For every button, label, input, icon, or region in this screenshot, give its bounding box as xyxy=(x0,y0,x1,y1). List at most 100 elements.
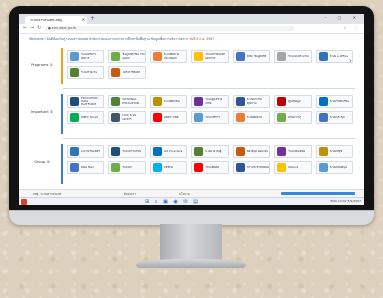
app-tile-label: OBEC ONE xyxy=(163,115,179,119)
app-tile[interactable]: ระบบลา xyxy=(108,161,146,174)
app-tile[interactable]: ระบบดูแลช่วยเหลือ xyxy=(191,95,229,108)
app-logo-icon xyxy=(194,147,204,156)
monitor-chin xyxy=(9,210,374,225)
app-tile-label: ข่าวประชาสัมพันธ์ xyxy=(246,165,270,169)
reload-icon[interactable]: ↻ xyxy=(37,25,41,31)
app-tile[interactable]: ระบบติดตาม ประเมินผล xyxy=(149,50,188,63)
app-tile[interactable]: OBEC ONE xyxy=(149,111,188,124)
app-tile[interactable]: LOI Providers xyxy=(149,145,188,158)
app-tile-label: ระบบติดตาม ประเมินผล xyxy=(163,53,180,60)
app-tile-label: OBEC Smart xyxy=(81,115,99,119)
app-tile-label: LOI INTRANET xyxy=(81,149,101,153)
app-tile[interactable]: โครงการพิเศษ xyxy=(108,66,146,79)
app-logo-icon xyxy=(111,52,121,61)
app-tile[interactable]: Kahoot xyxy=(274,161,312,174)
app-logo-icon xyxy=(318,52,328,61)
forward-icon[interactable]: → xyxy=(30,25,34,31)
app-tile[interactable]: คลังความรู้ xyxy=(274,111,312,124)
section-label: Programs ① xyxy=(31,63,53,67)
app-logo-icon xyxy=(277,147,287,156)
back-icon[interactable]: ← xyxy=(23,25,27,31)
marquee-text: Welcome ! ยินดีต้อนรับสู่ ระบบสารสนเทศ ส… xyxy=(29,37,190,41)
app-tile-label: ระบบดูแลช่วยเหลือ xyxy=(205,98,223,105)
app-tile-label: DOC ระบบเอกสาร xyxy=(122,114,137,121)
app-tile[interactable]: ห้องสมุด ออนไลน์ xyxy=(232,145,271,158)
app-logo-icon xyxy=(318,97,328,106)
app-logo-icon xyxy=(235,97,245,106)
system-tray[interactable]: ENG 10:42 5/9/2567 xyxy=(331,199,362,203)
app-logo-icon xyxy=(194,52,204,61)
monitor-stand-neck xyxy=(160,224,222,262)
app-logo-icon xyxy=(194,113,204,122)
app-tile[interactable]: ระบบติดต่อ xyxy=(191,161,229,174)
section-tiles: EDUCATION DATA PLATFORM NATIONAL EDUCATIO… xyxy=(67,95,353,124)
app-logo-icon xyxy=(152,163,162,172)
app-tile[interactable]: ข้อมูลนักเรียน รายบุคคล xyxy=(108,50,146,63)
app-tile-label: DMC ข้อมูลสถิติ xyxy=(246,54,267,58)
app-logo-icon xyxy=(70,113,79,122)
app-tile[interactable]: ข่าวประชาสัมพันธ์ xyxy=(232,161,271,174)
app-tile[interactable]: นโยบาย สพฐ. xyxy=(191,145,229,158)
app-tile-label: CEEDA xyxy=(163,165,174,169)
window-controls[interactable]: – ▢ ✕ xyxy=(324,15,361,20)
app-tile[interactable]: ระบบ e-Office xyxy=(315,50,353,63)
app-logo-icon xyxy=(194,163,204,172)
app-tile[interactable]: ศูนย์ข้อมูล xyxy=(274,95,312,108)
app-tile-label: ระบบรับนักเรียน xyxy=(329,99,350,103)
app-tile[interactable]: LOI INTRANET xyxy=(67,145,105,158)
app-badge-icon[interactable] xyxy=(21,199,27,205)
section-important: Important ② EDUCATION DATA PLATFORM NATIO… xyxy=(27,92,357,136)
section-tiles: ระบบบริหารจัดการ ข้อมูลนักเรียน รายบุคคลร… xyxy=(67,50,353,79)
app-tile-label: ระบบรายงาน xyxy=(81,70,98,74)
section-accent-line xyxy=(61,94,63,134)
app-tile[interactable]: ระบบประชุม xyxy=(315,111,353,124)
app-tile-label: ระบบคัดกรอง xyxy=(163,99,181,103)
app-logo-icon xyxy=(70,147,79,156)
app-tile-label: ห้องสมุด ออนไลน์ xyxy=(246,149,269,153)
app-tile-label: ระบบ e-Office xyxy=(329,54,348,58)
app-tile[interactable]: ระบบสารสนเทศ บุคลากร xyxy=(191,50,229,63)
app-tile[interactable]: DMC ข้อมูลสถิติ xyxy=(232,50,271,63)
url-input[interactable]: ● ssm.obec.go.th xyxy=(45,26,295,31)
app-tile[interactable]: NATIONAL EDUCATION xyxy=(108,95,146,108)
app-logo-icon xyxy=(111,68,121,77)
app-tile-label: ระบบติดต่อ xyxy=(205,165,219,169)
app-logo-icon xyxy=(152,113,162,122)
extensions-icons[interactable]: ☆ ⋮ xyxy=(343,25,361,30)
app-tile-label: ระบบเงินเดือน xyxy=(288,149,306,153)
app-logo-icon xyxy=(111,147,121,156)
app-tile[interactable]: ระบบคัดกรอง xyxy=(149,95,188,108)
app-tile[interactable]: CEEDA xyxy=(149,161,188,174)
app-tile[interactable]: OBEC Smart xyxy=(67,111,105,124)
app-logo-icon xyxy=(70,97,79,106)
app-tile[interactable]: ระบบประกันคุณภาพ xyxy=(232,95,271,108)
app-tile[interactable]: ระบบสนับสนุน xyxy=(315,161,353,174)
marquee-date: วันที่ 5 ก.ย. 2567 xyxy=(189,37,215,41)
app-tile[interactable]: DOC ระบบเอกสาร xyxy=(108,111,146,124)
tab-title: ระบบสารสนเทศ สพฐ. xyxy=(30,18,64,22)
app-logo-icon xyxy=(318,147,328,156)
app-tile[interactable]: ระบบรับนักเรียน xyxy=(315,95,353,108)
app-tile[interactable]: ระบบติดตาม xyxy=(232,111,271,124)
section-group: Group ③ LOI INTRANET ระบบสารบรรณ LOI Provi… xyxy=(27,142,357,186)
app-tile[interactable]: ระบบบริการ xyxy=(191,111,229,124)
new-tab-button[interactable]: + xyxy=(90,15,95,22)
section-accent-line xyxy=(61,144,63,184)
tab-close-icon[interactable]: ✕ xyxy=(82,16,85,24)
app-tile[interactable]: ระบบงบประมาณ xyxy=(274,50,312,63)
browser-tab-bar: ระบบสารสนเทศ สพฐ. ✕ + – ▢ ✕ xyxy=(19,14,364,24)
app-tile[interactable]: ระบบรายงาน xyxy=(67,66,105,79)
monitor-stand-base xyxy=(136,259,246,268)
taskbar-app-icons[interactable]: ⊞ ⌕ ▣ ◉ ✉ ▤ xyxy=(145,199,200,205)
app-tile-label: โครงการพิเศษ xyxy=(122,70,140,74)
browser-tab[interactable]: ระบบสารสนเทศ สพฐ. ✕ xyxy=(25,16,87,24)
app-tile[interactable]: EDUCATION DATA PLATFORM xyxy=(67,95,105,108)
chevron-right-icon[interactable]: › xyxy=(349,56,352,65)
app-logo-icon xyxy=(152,97,162,106)
app-tile[interactable]: ระบบสารบรรณ xyxy=(108,145,146,158)
app-tile[interactable]: ระบบบัญชี xyxy=(315,145,353,158)
app-tile[interactable]: ระบบเงินเดือน xyxy=(274,145,312,158)
app-logo-icon xyxy=(70,163,79,172)
app-tile[interactable]: Web Mail xyxy=(67,161,105,174)
app-tile[interactable]: ระบบบริหารจัดการ xyxy=(67,50,105,63)
